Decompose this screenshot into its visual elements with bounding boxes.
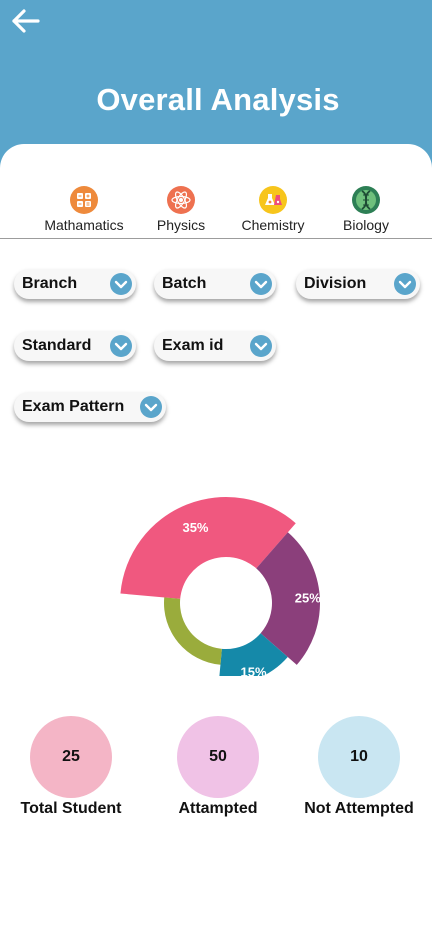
page-title: Overall Analysis — [96, 82, 340, 117]
dropdown-label: Batch — [162, 275, 207, 292]
dropdown-label: Exam id — [162, 337, 224, 354]
slice-label: 15% — [241, 665, 267, 676]
total-student-stat: 25 Total Student — [0, 716, 146, 818]
stat-label: Not Attempted — [304, 800, 414, 817]
chevron-down-icon — [250, 273, 272, 295]
standard-dropdown[interactable]: Standard — [14, 331, 136, 361]
tab-label: Chemistry — [241, 217, 305, 233]
donut-slice — [164, 597, 222, 665]
slice-label: 25% — [295, 591, 321, 606]
tab-label: Biology — [343, 217, 389, 233]
stat-circle: 25 — [30, 716, 112, 798]
donut-chart: 35% 25% 15% — [116, 486, 326, 685]
batch-dropdown[interactable]: Batch — [154, 269, 276, 299]
dropdown-label: Exam Pattern — [22, 398, 125, 415]
exam-id-dropdown[interactable]: Exam id — [154, 331, 276, 361]
tab-mathematics[interactable]: Mathamatics — [34, 186, 134, 233]
chevron-down-icon — [140, 396, 162, 418]
tab-physics[interactable]: Physics — [131, 186, 231, 233]
exam-pattern-dropdown[interactable]: Exam Pattern — [14, 392, 166, 422]
stat-label: Attampted — [178, 800, 258, 817]
tab-label: Physics — [156, 217, 206, 233]
tab-label: Mathamatics — [44, 217, 124, 233]
attempted-stat: 50 Attampted — [143, 716, 293, 818]
chemistry-flask-icon — [259, 186, 287, 214]
dropdown-label: Standard — [22, 337, 92, 354]
dna-icon — [352, 186, 380, 214]
subject-tabs: Mathamatics Physics Chemistry Biology — [0, 144, 432, 239]
chevron-down-icon — [110, 273, 132, 295]
arrow-left-icon — [12, 9, 40, 33]
atom-icon — [167, 186, 195, 214]
chevron-down-icon — [110, 335, 132, 357]
stat-label: Total Student — [20, 800, 122, 817]
slice-label: 35% — [182, 520, 208, 535]
chevron-down-icon — [250, 335, 272, 357]
stat-circle: 10 — [318, 716, 400, 798]
not-attempted-stat: 10 Not Attempted — [284, 716, 432, 818]
calculator-icon — [70, 186, 98, 214]
chevron-down-icon — [394, 273, 416, 295]
back-button[interactable] — [8, 6, 44, 36]
dropdown-label: Branch — [22, 275, 78, 292]
tab-chemistry[interactable]: Chemistry — [223, 186, 323, 233]
tab-biology[interactable]: Biology — [316, 186, 416, 233]
donut-chart-svg: 35% 25% 15% — [120, 497, 321, 685]
division-dropdown[interactable]: Division — [296, 269, 420, 299]
dropdown-label: Division — [304, 275, 367, 292]
branch-dropdown[interactable]: Branch — [14, 269, 136, 299]
stat-circle: 50 — [177, 716, 259, 798]
